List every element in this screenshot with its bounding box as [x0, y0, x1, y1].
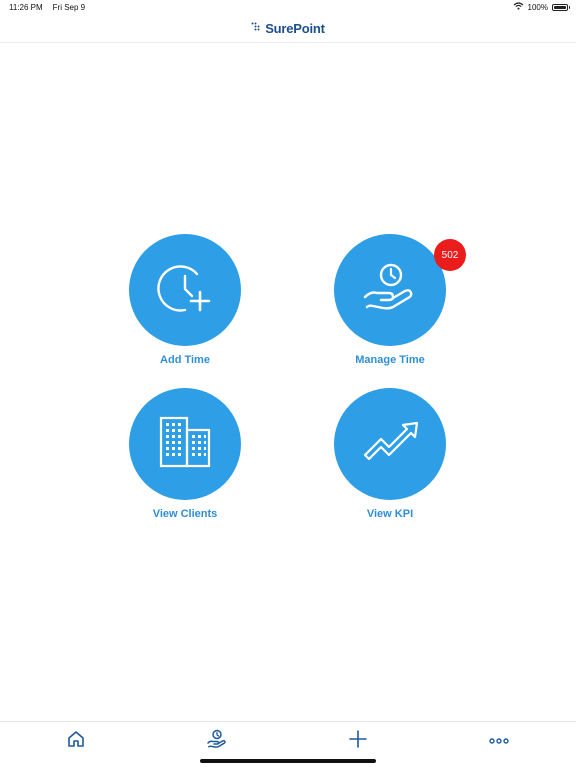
manage-time-badge: 502 — [434, 239, 466, 271]
battery-percent: 100% — [527, 2, 548, 12]
tab-add[interactable] — [346, 729, 370, 754]
more-icon — [489, 732, 509, 750]
tile-view-kpi[interactable]: View KPI — [305, 388, 475, 520]
view-clients-label: View Clients — [152, 508, 218, 520]
tab-manage-time[interactable] — [205, 728, 229, 755]
battery-icon — [552, 3, 570, 11]
tab-more[interactable] — [487, 730, 511, 752]
buildings-icon — [155, 412, 215, 477]
plus-icon — [348, 729, 368, 754]
view-kpi-label: View KPI — [366, 508, 414, 520]
status-bar: 11:26 PM Fri Sep 9 100% — [0, 0, 576, 14]
add-time-label: Add Time — [160, 354, 210, 366]
tab-home[interactable] — [64, 730, 88, 752]
clock-plus-icon — [155, 258, 215, 323]
logo-dots-icon — [251, 19, 261, 37]
status-time: 11:26 PM — [9, 3, 43, 12]
hand-clock-icon — [206, 728, 228, 755]
status-date: Fri Sep 9 — [52, 3, 86, 12]
add-time-button[interactable] — [129, 234, 241, 346]
manage-time-label: Manage Time — [355, 354, 425, 366]
view-kpi-button[interactable] — [334, 388, 446, 500]
trending-up-icon — [359, 411, 421, 478]
wifi-icon — [513, 2, 524, 12]
manage-time-button[interactable]: 502 — [334, 234, 466, 346]
view-clients-button[interactable] — [129, 388, 241, 500]
tile-add-time[interactable]: Add Time — [100, 234, 270, 366]
app-header: SurePoint — [0, 14, 576, 43]
hand-clock-icon — [359, 257, 421, 324]
tile-manage-time[interactable]: 502 Manage Time — [305, 234, 475, 366]
app-logo: SurePoint — [251, 19, 325, 37]
tile-view-clients[interactable]: View Clients — [100, 388, 270, 520]
home-icon — [66, 729, 86, 754]
home-indicator — [200, 759, 376, 763]
logo-text: SurePoint — [265, 20, 325, 36]
